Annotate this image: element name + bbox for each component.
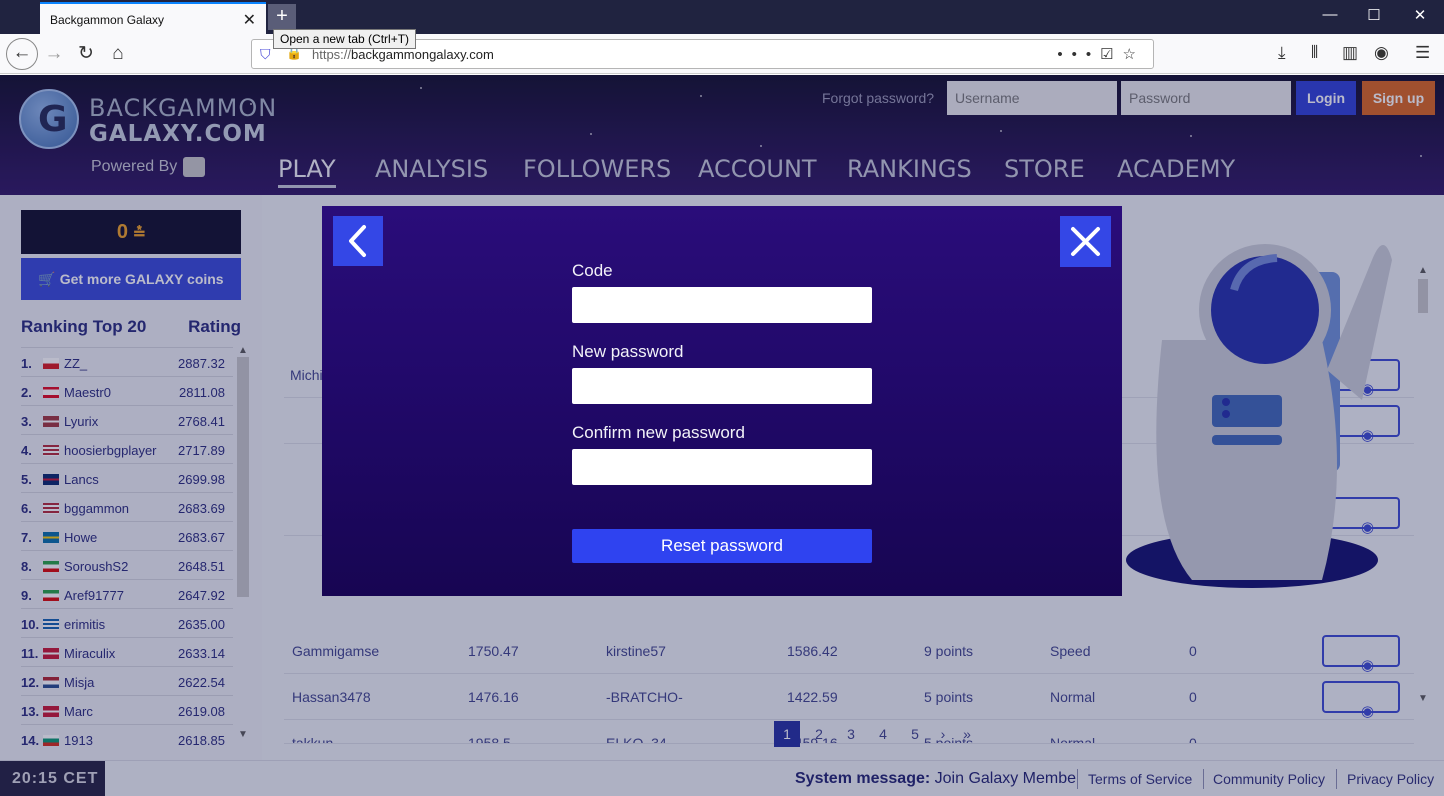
forward-arrow-icon[interactable]: →: [40, 41, 68, 69]
sidebar-icon[interactable]: ▥: [1342, 43, 1358, 63]
modal-back-button[interactable]: [333, 216, 383, 266]
new-tab-button[interactable]: +: [268, 4, 296, 30]
browser-titlebar: Backgammon Galaxy ✕ + — ☐ ✕: [0, 0, 1444, 34]
code-label: Code: [572, 261, 613, 280]
reset-password-button[interactable]: Reset password: [572, 529, 872, 563]
chevron-left-icon: [349, 225, 366, 257]
menu-icon[interactable]: ☰: [1415, 43, 1430, 63]
new-tab-tooltip: Open a new tab (Ctrl+T): [273, 29, 417, 49]
browser-navbar: ← → ↻ ⌂ ⛉ 🔒 https://backgammongalaxy.com…: [0, 34, 1444, 74]
account-icon[interactable]: ◉: [1374, 43, 1389, 63]
download-icon[interactable]: ⤓: [1278, 43, 1286, 63]
back-arrow-icon[interactable]: ←: [6, 38, 38, 70]
tracking-shield-icon[interactable]: ⛉: [260, 46, 271, 63]
new-password-label: New password: [572, 342, 684, 361]
reload-icon[interactable]: ↻: [72, 41, 100, 69]
url-text: https://backgammongalaxy.com: [312, 47, 494, 62]
close-icon: [1071, 227, 1100, 256]
tab-close-icon[interactable]: ✕: [243, 10, 256, 30]
close-window-icon[interactable]: ✕: [1400, 6, 1440, 28]
browser-tab[interactable]: Backgammon Galaxy ✕: [40, 2, 266, 34]
code-input[interactable]: [572, 287, 872, 323]
new-password-input[interactable]: [572, 368, 872, 404]
modal-close-button[interactable]: [1060, 216, 1111, 267]
home-icon[interactable]: ⌂: [104, 41, 132, 69]
confirm-password-input[interactable]: [572, 449, 872, 485]
library-icon[interactable]: ⫴: [1311, 43, 1318, 63]
maximize-icon[interactable]: ☐: [1354, 6, 1394, 28]
tab-title: Backgammon Galaxy: [50, 13, 165, 27]
minimize-icon[interactable]: —: [1310, 6, 1350, 28]
page-actions-icons[interactable]: •••☑☆: [1057, 45, 1145, 63]
reset-password-modal: Code New password Confirm new password R…: [322, 206, 1122, 596]
confirm-password-label: Confirm new password: [572, 423, 745, 442]
